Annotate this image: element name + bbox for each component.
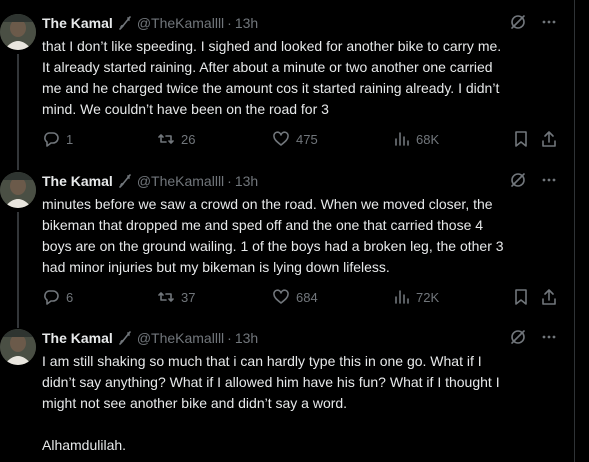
timestamp[interactable]: 13h: [235, 172, 258, 190]
like-button[interactable]: 684: [272, 287, 318, 307]
more-dots-icon[interactable]: [541, 172, 557, 193]
tweet-text: that I don’t like speeding. I sighed and…: [42, 38, 502, 117]
reply-button[interactable]: 6: [42, 287, 73, 307]
bookmark-button[interactable]: [512, 287, 530, 307]
reply-button[interactable]: 1: [42, 129, 73, 149]
share-button[interactable]: [540, 287, 558, 307]
views-button[interactable]: 68K: [392, 129, 439, 149]
avatar[interactable]: [0, 14, 36, 50]
tweet-header: The Kamal @TheKamallll · 13h: [42, 14, 258, 32]
tweet-text: I am still shaking so much that i can ha…: [42, 353, 500, 453]
grok-icon[interactable]: [509, 171, 527, 194]
thread-line: [17, 212, 19, 328]
share-button[interactable]: [540, 129, 558, 149]
tweet-actions: 1 26 475 68K: [42, 129, 562, 149]
thread-line: [17, 54, 19, 170]
quill-pen-icon: [117, 15, 133, 31]
retweet-count: 26: [181, 131, 196, 147]
tweet-header: The Kamal @TheKamallll · 13h: [42, 329, 258, 347]
tweet-text: minutes before we saw a crowd on the roa…: [42, 196, 504, 275]
display-name[interactable]: The Kamal: [42, 329, 113, 347]
reply-count: 6: [66, 289, 74, 305]
grok-icon[interactable]: [509, 328, 527, 351]
reply-icon: [44, 290, 59, 305]
like-count: 475: [296, 131, 318, 147]
separator: ·: [227, 173, 232, 189]
view-count: 68K: [416, 131, 440, 147]
heart-icon: [273, 289, 289, 304]
separator: ·: [227, 15, 232, 31]
display-name[interactable]: The Kamal: [42, 172, 113, 190]
timestamp[interactable]: 13h: [235, 14, 258, 32]
tweet-3[interactable]: The Kamal @TheKamallll · 13h I am still …: [0, 329, 575, 462]
user-handle[interactable]: @TheKamallll: [137, 329, 224, 347]
timestamp[interactable]: 13h: [235, 329, 258, 347]
share-icon: [542, 289, 556, 305]
quill-pen-icon: [117, 173, 133, 189]
like-button[interactable]: 475: [272, 129, 318, 149]
reply-count: 1: [66, 131, 74, 147]
retweet-button[interactable]: 26: [157, 129, 195, 149]
bookmark-icon: [515, 131, 527, 147]
reply-icon: [44, 132, 59, 147]
bookmark-icon: [515, 289, 527, 305]
views-icon: [395, 132, 409, 146]
timeline: The Kamal @TheKamallll · 13h that I don’…: [0, 0, 575, 462]
more-dots-icon[interactable]: [541, 14, 557, 35]
tweet-header: The Kamal @TheKamallll · 13h: [42, 172, 258, 190]
more-dots-icon[interactable]: [541, 329, 557, 350]
share-icon: [542, 131, 556, 147]
display-name[interactable]: The Kamal: [42, 14, 113, 32]
tweet-actions: 6 37 684 72K: [42, 287, 562, 307]
avatar[interactable]: [0, 329, 36, 365]
tweet-top-icons: [509, 14, 557, 34]
quill-pen-icon: [117, 330, 133, 346]
tweet-2[interactable]: The Kamal @TheKamallll · 13h minutes bef…: [0, 172, 575, 328]
retweet-count: 37: [181, 289, 196, 305]
retweet-button[interactable]: 37: [157, 287, 195, 307]
separator: ·: [227, 330, 232, 346]
views-button[interactable]: 72K: [392, 287, 439, 307]
user-handle[interactable]: @TheKamallll: [137, 172, 224, 190]
tweet-1[interactable]: The Kamal @TheKamallll · 13h that I don’…: [0, 14, 575, 170]
view-count: 72K: [416, 289, 440, 305]
tweet-top-icons: [509, 329, 557, 349]
user-handle[interactable]: @TheKamallll: [137, 14, 224, 32]
retweet-icon: [158, 292, 174, 302]
grok-icon[interactable]: [509, 13, 527, 36]
avatar[interactable]: [0, 172, 36, 208]
bookmark-button[interactable]: [512, 129, 530, 149]
retweet-icon: [158, 134, 174, 144]
views-icon: [395, 290, 409, 304]
heart-icon: [273, 131, 289, 146]
like-count: 684: [296, 289, 318, 305]
tweet-top-icons: [509, 172, 557, 192]
